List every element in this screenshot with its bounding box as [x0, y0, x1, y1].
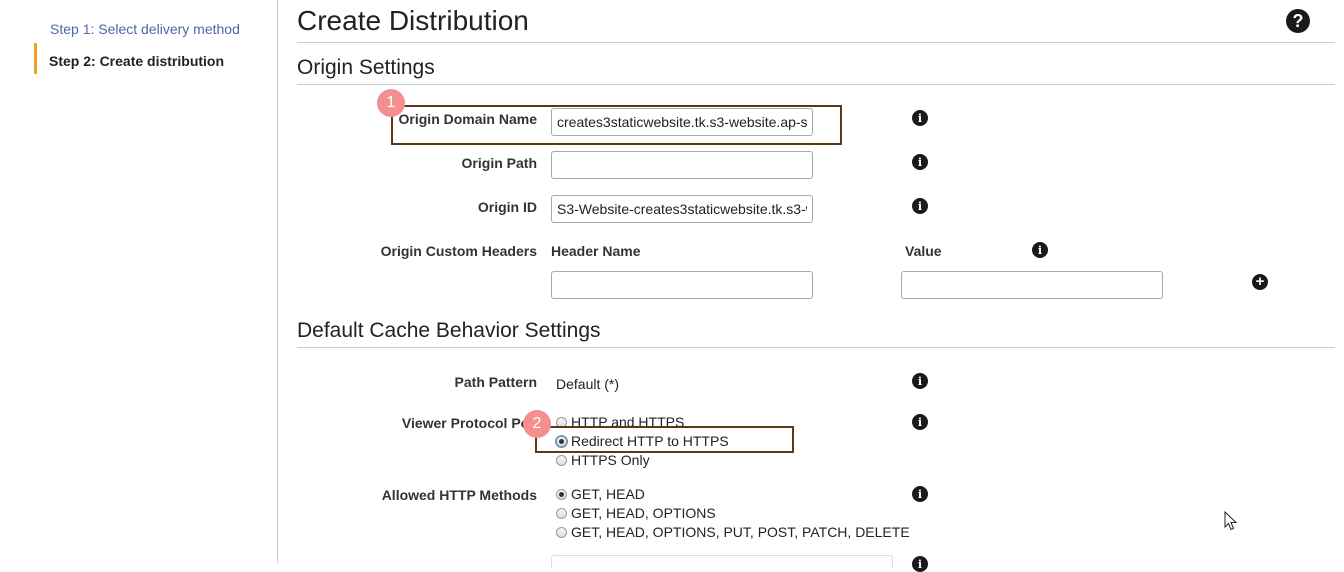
viewer-protocol-policy-label: Viewer Protocol Poli [401, 415, 537, 431]
radio-button[interactable] [556, 526, 567, 538]
radio-label: HTTPS Only [571, 452, 650, 468]
info-icon[interactable]: i [912, 556, 928, 572]
radio-button[interactable] [556, 507, 567, 519]
header-name-input[interactable] [551, 271, 813, 299]
next-field-input-partial[interactable] [551, 555, 893, 568]
header-name-column-label: Header Name [551, 243, 641, 259]
origin-id-label: Origin ID [477, 199, 537, 215]
help-icon[interactable]: ? [1286, 9, 1310, 33]
path-pattern-label: Path Pattern [454, 374, 537, 390]
radio-get-head-options[interactable]: GET, HEAD, OPTIONS [556, 505, 716, 521]
step-2-current: Step 2: Create distribution [49, 53, 225, 69]
radio-button-selected[interactable] [556, 488, 567, 500]
add-header-icon[interactable]: + [1252, 274, 1268, 290]
info-icon[interactable]: i [912, 486, 928, 502]
origin-custom-headers-label: Origin Custom Headers [380, 243, 537, 259]
allowed-http-methods-label: Allowed HTTP Methods [381, 487, 537, 503]
origin-domain-name-input[interactable] [551, 108, 813, 136]
radio-label: GET, HEAD, OPTIONS, PUT, POST, PATCH, DE… [571, 524, 910, 540]
info-icon[interactable]: i [912, 373, 928, 389]
value-column-label: Value [905, 243, 942, 259]
origin-settings-title: Origin Settings [297, 56, 435, 79]
callout-badge-2: 2 [523, 410, 551, 438]
radio-https-only[interactable]: HTTPS Only [556, 452, 650, 468]
step-1-link[interactable]: Step 1: Select delivery method [50, 21, 240, 37]
radio-all-methods[interactable]: GET, HEAD, OPTIONS, PUT, POST, PATCH, DE… [556, 524, 910, 540]
mouse-pointer-icon [1224, 511, 1238, 531]
info-icon[interactable]: i [912, 154, 928, 170]
info-icon[interactable]: i [1032, 242, 1048, 258]
info-icon[interactable]: i [912, 198, 928, 214]
origin-path-input[interactable] [551, 151, 813, 179]
header-value-input[interactable] [901, 271, 1163, 299]
page-title: Create Distribution [297, 5, 529, 36]
radio-get-head[interactable]: GET, HEAD [556, 486, 645, 502]
origin-domain-name-label: Origin Domain Name [398, 111, 537, 127]
info-icon[interactable]: i [912, 414, 928, 430]
origin-path-label: Origin Path [461, 155, 537, 171]
info-icon[interactable]: i [912, 110, 928, 126]
radio-button[interactable] [556, 454, 567, 466]
callout-box-2 [535, 426, 794, 453]
origin-settings-divider [297, 84, 1335, 85]
cache-behavior-divider [297, 347, 1335, 348]
title-divider [297, 42, 1335, 43]
nav-divider [277, 0, 278, 563]
radio-label: GET, HEAD [571, 486, 645, 502]
cache-behavior-title: Default Cache Behavior Settings [297, 319, 601, 342]
origin-id-input[interactable] [551, 195, 813, 223]
radio-label: GET, HEAD, OPTIONS [571, 505, 716, 521]
path-pattern-value: Default (*) [556, 376, 620, 392]
active-step-indicator [34, 43, 37, 74]
